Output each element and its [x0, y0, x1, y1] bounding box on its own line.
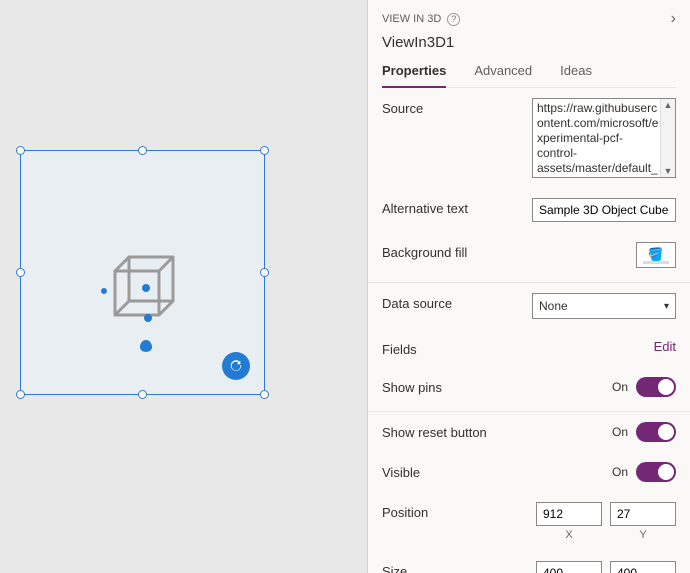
scroll-down-icon[interactable]: ▼	[664, 165, 673, 177]
chevron-right-icon[interactable]: ›	[671, 10, 676, 28]
chevron-down-icon: ▾	[664, 301, 669, 312]
pin-icon[interactable]	[140, 340, 152, 352]
source-label: Source	[382, 98, 532, 116]
fields-label: Fields	[382, 339, 532, 357]
alt-text-input[interactable]	[532, 198, 676, 222]
breadcrumb[interactable]: View in 3D ?	[382, 13, 460, 26]
showreset-label: Show reset button	[382, 422, 532, 440]
reset-button[interactable]	[222, 352, 250, 380]
resize-handle-tm[interactable]	[138, 146, 147, 155]
breadcrumb-label: View in 3D	[382, 13, 441, 25]
scroll-up-icon[interactable]: ▲	[664, 99, 673, 111]
size-label: Size	[382, 561, 532, 573]
canvas-area[interactable]	[0, 0, 367, 573]
bgfill-label: Background fill	[382, 242, 532, 260]
resize-handle-bl[interactable]	[16, 390, 25, 399]
paint-bucket-icon: 🪣	[647, 246, 665, 263]
tab-ideas[interactable]: Ideas	[560, 63, 592, 87]
resize-handle-ml[interactable]	[16, 268, 25, 277]
tab-advanced[interactable]: Advanced	[474, 63, 532, 87]
showpins-label: Show pins	[382, 377, 532, 395]
reset-icon	[229, 359, 243, 373]
showpins-state: On	[612, 380, 628, 394]
position-label: Position	[382, 502, 532, 520]
control-name: ViewIn3D1	[382, 28, 676, 51]
pin-icon[interactable]	[101, 288, 107, 294]
visible-label: Visible	[382, 462, 532, 480]
resize-handle-tr[interactable]	[260, 146, 269, 155]
datasource-select[interactable]: None ▾	[532, 293, 676, 319]
properties-panel: View in 3D ? › ViewIn3D1 Properties Adva…	[367, 0, 690, 573]
fields-edit-link[interactable]: Edit	[654, 339, 676, 354]
x-label: X	[536, 529, 602, 541]
tab-properties[interactable]: Properties	[382, 63, 446, 88]
datasource-value: None	[539, 299, 568, 313]
showreset-state: On	[612, 425, 628, 439]
help-icon[interactable]: ?	[447, 13, 460, 26]
visible-toggle[interactable]	[636, 462, 676, 482]
height-input[interactable]	[610, 561, 676, 573]
datasource-label: Data source	[382, 293, 532, 311]
background-fill-button[interactable]: 🪣	[636, 242, 676, 268]
pin-icon[interactable]	[144, 314, 152, 322]
alt-text-label: Alternative text	[382, 198, 532, 216]
width-input[interactable]	[536, 561, 602, 573]
source-value: https://raw.githubusercontent.com/micros…	[537, 101, 661, 176]
visible-state: On	[612, 465, 628, 479]
position-y-input[interactable]	[610, 502, 676, 526]
view3d-control[interactable]	[20, 150, 265, 395]
scrollbar[interactable]: ▲▼	[660, 99, 675, 177]
showreset-toggle[interactable]	[636, 422, 676, 442]
showpins-toggle[interactable]	[636, 377, 676, 397]
pin-icon[interactable]	[142, 284, 150, 292]
resize-handle-bm[interactable]	[138, 390, 147, 399]
tabs: Properties Advanced Ideas	[382, 51, 676, 88]
resize-handle-mr[interactable]	[260, 268, 269, 277]
resize-handle-br[interactable]	[260, 390, 269, 399]
resize-handle-tl[interactable]	[16, 146, 25, 155]
y-label: Y	[610, 529, 676, 541]
source-input[interactable]: https://raw.githubusercontent.com/micros…	[532, 98, 676, 178]
position-x-input[interactable]	[536, 502, 602, 526]
